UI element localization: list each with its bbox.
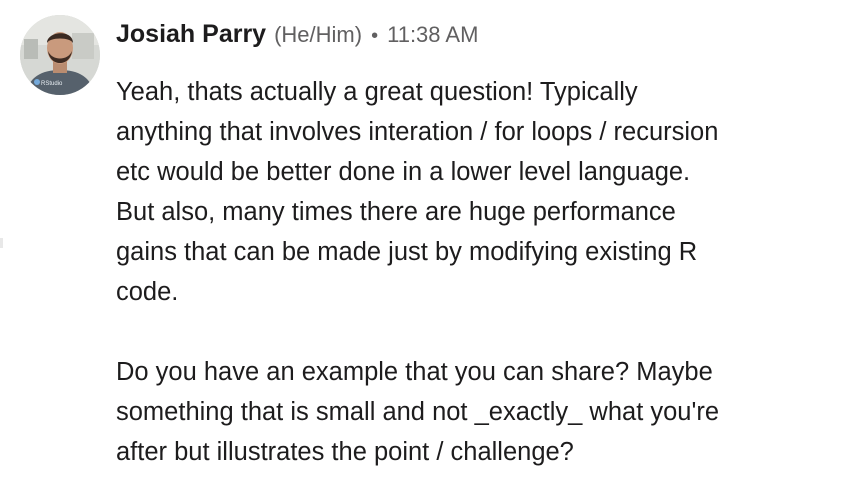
avatar[interactable]: RStudio bbox=[20, 15, 100, 95]
edge-divider bbox=[0, 238, 3, 248]
avatar-photo-icon: RStudio bbox=[20, 15, 100, 95]
message-text-line: anything that involves interation / for … bbox=[116, 118, 719, 146]
message-text-line: Do you have an example that you can shar… bbox=[116, 358, 713, 386]
chat-message: RStudio Josiah Parry (He/Him) • 11:38 AM… bbox=[0, 0, 854, 490]
message-text-line: something that is small and not _exactly… bbox=[116, 398, 720, 426]
message-paragraph: Do you have an example that you can shar… bbox=[116, 352, 836, 472]
message-text-line: etc would be better done in a lower leve… bbox=[116, 158, 691, 186]
message-text-line: code. bbox=[116, 278, 179, 306]
message-timestamp[interactable]: 11:38 AM bbox=[387, 22, 478, 48]
message-paragraph: Yeah, thats actually a great question! T… bbox=[116, 72, 836, 312]
message-text-line: But also, many times there are huge perf… bbox=[116, 198, 676, 226]
header-separator: • bbox=[371, 25, 379, 47]
message-text-line: after but illustrates the point / challe… bbox=[116, 438, 574, 466]
message-header: Josiah Parry (He/Him) • 11:38 AM bbox=[116, 20, 478, 54]
avatar-logo-text: RStudio bbox=[41, 81, 63, 87]
message-body: Yeah, thats actually a great question! T… bbox=[116, 72, 836, 472]
message-text-line: gains that can be made just by modifying… bbox=[116, 238, 698, 266]
message-text-line: Yeah, thats actually a great question! T… bbox=[116, 78, 638, 106]
author-name[interactable]: Josiah Parry bbox=[116, 20, 266, 49]
author-pronouns: (He/Him) bbox=[274, 22, 363, 47]
